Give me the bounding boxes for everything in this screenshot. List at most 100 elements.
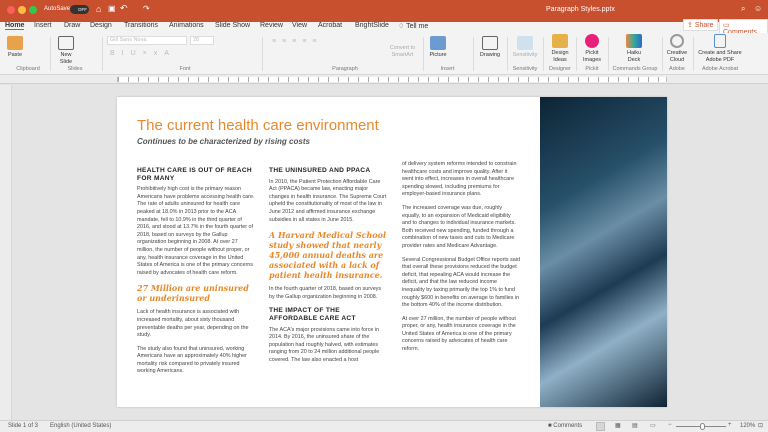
column-1[interactable]: HEALTH CARE IS OUT OF REACH FOR MANY Pro… (137, 167, 255, 382)
column-3[interactable]: of delivery system reforms intended to c… (402, 161, 520, 360)
haiku-deck-label: Haiku Deck (626, 50, 642, 63)
design-ideas-icon (552, 34, 568, 48)
paste-button[interactable]: Paste (4, 36, 26, 59)
autosave-label: AutoSave (44, 6, 71, 12)
search-icon[interactable]: ⌕ (741, 4, 745, 14)
pickit-images-button[interactable]: Pickit Images (580, 34, 604, 63)
sensitivity-icon (517, 36, 533, 50)
tab-slide-show[interactable]: Slide Show (215, 22, 250, 29)
new-slide-button[interactable]: New Slide (55, 36, 77, 65)
zoom-out-button[interactable]: − (668, 422, 672, 428)
zoom-in-button[interactable]: + (728, 422, 732, 428)
tab-draw[interactable]: Draw (64, 22, 80, 29)
fit-slide-icon[interactable]: ⊡ (758, 422, 763, 429)
group-sensitivity: Sensitivity (512, 66, 538, 72)
maximize-window-button[interactable] (29, 6, 37, 14)
building-photo[interactable] (540, 97, 667, 407)
creative-cloud-label: Creative Cloud (666, 50, 688, 63)
account-icon[interactable]: ☺ (754, 4, 762, 13)
vertical-ruler[interactable] (0, 85, 12, 420)
zoom-level[interactable]: 120% (740, 423, 755, 429)
zoom-slider[interactable] (676, 423, 726, 430)
divider (662, 37, 663, 71)
column-heading: THE IMPACT OF THE AFFORDABLE CARE ACT (269, 307, 356, 322)
drawing-button[interactable]: Drawing (478, 36, 502, 59)
zoom-slider-thumb[interactable] (699, 423, 705, 430)
tab-view[interactable]: View (292, 22, 307, 29)
share-button[interactable]: ⇪ Share (683, 19, 718, 31)
picture-button[interactable]: Picture (427, 36, 449, 59)
slide-canvas[interactable]: The current health care environment Cont… (117, 97, 667, 407)
title-bar: AutoSave OFF ⌂ ▣ ↶ ↷ Paragraph Styles.pp… (0, 0, 768, 22)
slide-subtitle[interactable]: Continues to be characterized by rising … (137, 137, 310, 146)
create-share-pdf-button[interactable]: Create and Share Adobe PDF (695, 34, 745, 63)
font-name-select[interactable]: Gill Sans Nova (107, 36, 187, 45)
group-designer: Designer (548, 66, 571, 72)
convert-smartart-button[interactable]: Convert to SmartArt (385, 45, 420, 58)
group-insert: Insert (440, 66, 455, 72)
language[interactable]: English (United States) (50, 423, 111, 429)
share-label: Share (694, 22, 714, 29)
autosave-toggle[interactable]: OFF (70, 5, 89, 14)
divider (543, 37, 544, 71)
reading-view-button[interactable]: ▤ (632, 422, 638, 429)
pdf-icon (714, 34, 726, 48)
comments-status-label: Comments (553, 423, 583, 429)
tab-animations[interactable]: Animations (169, 22, 204, 29)
save-icon[interactable]: ▣ (108, 4, 116, 13)
group-paragraph: Paragraph (332, 66, 358, 72)
tab-brightslide[interactable]: BrightSlide (355, 22, 389, 29)
slideshow-button[interactable]: ▭ (650, 422, 656, 429)
ribbon-tabs: Home Insert Draw Design Transitions Anim… (0, 19, 768, 38)
paragraph: The study also found that uninsured, wor… (137, 345, 247, 375)
group-commands: Commands Group (612, 66, 658, 72)
redo-icon[interactable]: ↷ (143, 4, 150, 13)
picture-icon (430, 36, 446, 50)
sensitivity-button[interactable]: Sensitivity (510, 36, 540, 59)
haiku-deck-button[interactable]: Haiku Deck (620, 34, 648, 63)
slide-counter: Slide 1 of 3 (8, 423, 39, 429)
font-format-buttons[interactable]: BIU×xA (110, 50, 176, 57)
group-pickit: Pickit (585, 66, 599, 72)
tab-design[interactable]: Design (90, 22, 112, 29)
pickit-images-label: Pickit Images (582, 50, 602, 63)
column-heading: HEALTH CARE IS OUT OF REACH FOR MANY (137, 167, 252, 182)
haiku-deck-icon (626, 34, 642, 48)
tell-me[interactable]: ♢ Tell me (398, 22, 428, 30)
paragraph: of delivery system reforms intended to c… (402, 161, 517, 198)
home-icon[interactable]: ⌂ (96, 4, 101, 14)
divider (262, 37, 263, 71)
tab-home[interactable]: Home (5, 22, 25, 30)
paragraph: Lack of health insurance is associated w… (137, 309, 249, 339)
comments-status-button[interactable]: ■ Comments (548, 423, 582, 429)
divider (473, 37, 474, 71)
normal-view-button[interactable] (596, 422, 605, 431)
font-size-select[interactable]: 28 (190, 36, 214, 45)
group-clipboard: Clipboard (16, 66, 40, 72)
tab-transitions[interactable]: Transitions (124, 22, 158, 29)
close-window-button[interactable] (7, 6, 15, 14)
tab-insert[interactable]: Insert (34, 22, 52, 29)
design-ideas-button[interactable]: Design Ideas (547, 34, 573, 63)
column-2[interactable]: THE UNINSURED AND PPACA In 2010, the Pat… (269, 167, 387, 371)
minimize-window-button[interactable] (18, 6, 26, 14)
paragraph-buttons[interactable]: ≡≡≡≡≡ (272, 38, 322, 45)
paragraph: At over 27 million, the number of people… (402, 315, 516, 353)
slide-title[interactable]: The current health care environment (137, 117, 379, 134)
slide-sorter-button[interactable]: ▦ (615, 422, 621, 429)
undo-icon[interactable]: ↶ (120, 3, 128, 14)
group-adobe: Adobe (669, 66, 685, 72)
drawing-icon (482, 36, 498, 50)
group-adobe-acrobat: Adobe Acrobat (701, 66, 739, 72)
tab-review[interactable]: Review (260, 22, 283, 29)
design-ideas-label: Design Ideas (551, 50, 569, 63)
pull-quote: A Harvard Medical School study showed th… (269, 230, 387, 281)
horizontal-ruler[interactable] (0, 75, 768, 84)
divider (693, 37, 694, 71)
paste-icon (7, 36, 23, 50)
sensitivity-label: Sensitivity (512, 52, 538, 58)
new-slide-label: New Slide (59, 52, 73, 65)
paragraph: In the fourth quarter of 2018, based on … (269, 286, 382, 300)
tab-acrobat[interactable]: Acrobat (318, 22, 342, 29)
creative-cloud-button[interactable]: Creative Cloud (664, 34, 690, 63)
